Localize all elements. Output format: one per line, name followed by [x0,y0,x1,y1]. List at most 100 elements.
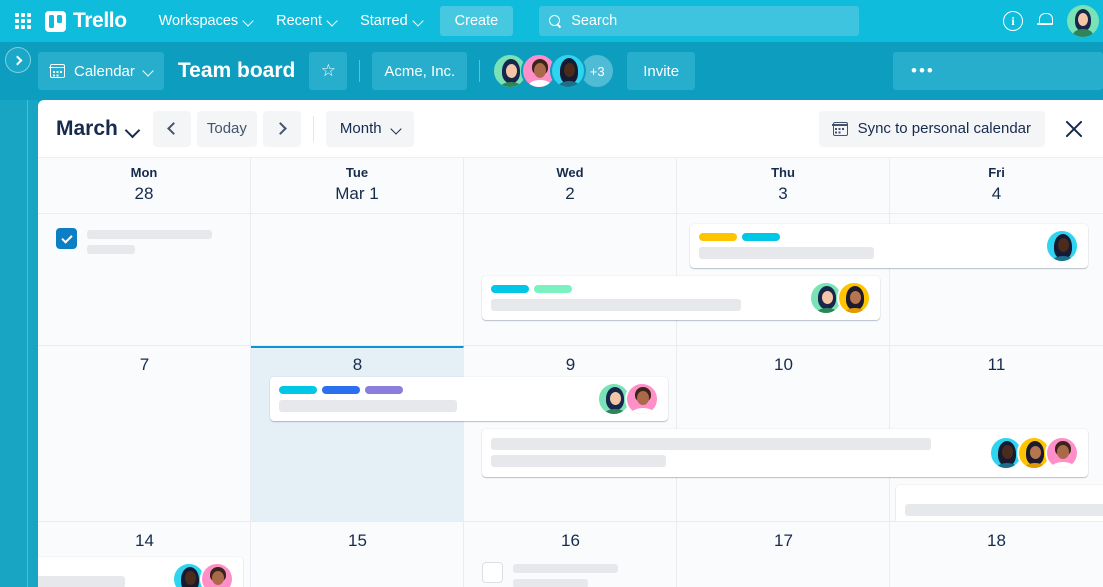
day-number-18: 18 [987,531,1006,550]
day-number-label: 2 [565,184,575,203]
search-placeholder: Search [571,13,618,29]
chevron-left-icon [166,122,180,135]
event-content [38,570,164,587]
chevron-right-icon [12,55,22,65]
sidebar-expand-toggle[interactable] [5,47,31,73]
member-avatar[interactable] [1045,228,1079,263]
nav-item-recent[interactable]: Recent [264,0,348,42]
checkbox-unchecked-icon[interactable] [482,562,503,583]
calendar-event-card[interactable] [482,429,1088,477]
invite-button-label: Invite [643,62,680,80]
board-menu-label: ••• [911,61,935,80]
event-labels [699,232,1037,241]
event-avatars [1045,228,1079,263]
chevron-down-icon [127,125,135,133]
calendar-view-select[interactable]: Month [325,110,414,147]
day-number-7: 7 [139,355,150,374]
apps-grid-icon[interactable] [15,13,31,29]
calendar-day-headers: Mon 28 Tue Mar 1 Wed 2 Thu 3 Fri 4 [38,158,1103,213]
event-content [491,284,801,311]
bell-icon[interactable] [1037,12,1053,30]
account-avatar[interactable] [1067,5,1099,37]
placeholder-line [513,564,618,573]
today-button[interactable]: Today [196,110,257,147]
create-button-label: Create [454,13,499,29]
placeholder-line [513,579,588,587]
calendar-event-checklist[interactable] [56,228,238,254]
calendar-event-card[interactable] [482,276,880,320]
search-input[interactable]: Search [539,6,860,36]
day-cell-mar-1[interactable] [251,214,464,345]
event-label-cyan[interactable] [742,232,780,241]
nav-workspaces-label: Workspaces [158,13,239,29]
board-menu-button[interactable]: ••• [893,52,1103,90]
workspace-button[interactable]: Acme, Inc. [372,52,468,90]
day-header-thu: Thu 3 [677,158,890,213]
event-label-cyan[interactable] [279,385,317,394]
placeholder-line [491,298,741,311]
week-3-day-numbers: 14 15 16 17 18 [38,522,1103,551]
previous-period-button[interactable] [152,110,191,147]
calendar-event-card[interactable] [38,557,243,587]
event-label-green[interactable] [534,284,572,293]
board-header: Calendar Team board ☆ Acme, Inc. +3 Invi… [0,42,1103,100]
member-avatar[interactable] [1045,435,1079,470]
event-label-blue[interactable] [322,385,360,394]
event-content [491,438,981,467]
day-of-week-label: Tue [345,165,369,180]
calendar-event-card[interactable] [690,224,1088,268]
board-view-switcher[interactable]: Calendar [38,52,164,90]
event-placeholder-lines [513,562,618,587]
month-label: March [56,116,118,140]
board-view-label: Calendar [74,62,135,80]
calendar-week-row-3: 14 15 16 17 18 [38,521,1103,587]
calendar-toolbar: March Today Month Sync to personal calen… [38,100,1103,158]
day-number-14: 14 [135,531,154,550]
nav-item-workspaces[interactable]: Workspaces [147,0,265,42]
day-of-week-label: Wed [556,165,584,180]
member-avatar[interactable] [550,53,587,89]
star-outline-icon: ☆ [320,61,336,80]
day-number-label: 3 [778,184,788,203]
event-avatars [989,435,1079,470]
day-number-label: 28 [134,184,154,203]
calendar-panel: March Today Month Sync to personal calen… [38,100,1103,587]
day-header-mon: Mon 28 [38,158,251,213]
sync-personal-calendar-button[interactable]: Sync to personal calendar [818,110,1045,147]
trello-logo-text: Trello [73,9,127,32]
member-avatar[interactable] [837,280,871,315]
sync-button-label: Sync to personal calendar [857,120,1031,137]
placeholder-line [905,503,1103,516]
next-period-button[interactable] [262,110,301,147]
member-avatar[interactable] [200,561,234,587]
event-label-purple[interactable] [365,385,403,394]
nav-item-starred[interactable]: Starred [348,0,434,42]
checkbox-checked-icon[interactable] [56,228,77,249]
invite-button[interactable]: Invite [627,52,696,90]
star-board-button[interactable]: ☆ [309,52,348,90]
chevron-down-icon [328,17,336,25]
calendar-icon [831,121,848,136]
trello-logo[interactable]: Trello [45,9,127,33]
chevron-down-icon [144,67,152,75]
day-number-11: 11 [987,355,1006,374]
calendar-event-card[interactable] [270,377,668,421]
member-avatar[interactable] [625,381,659,416]
month-selector[interactable]: March [56,117,135,141]
day-of-week-label: Thu [771,165,795,180]
day-of-week-label: Fri [988,165,1005,180]
event-label-yellow[interactable] [699,232,737,241]
day-number-label: 4 [991,184,1002,203]
nav-recent-label: Recent [276,13,323,29]
info-circle-icon[interactable]: i [1003,11,1023,31]
event-label-cyan[interactable] [491,284,529,293]
calendar-event-checklist[interactable] [482,562,662,587]
event-avatars [809,280,871,315]
create-button[interactable]: Create [439,6,514,36]
placeholder-line [38,575,125,587]
placeholder-line [87,230,212,239]
calendar-week-row-1 [38,213,1103,345]
close-calendar-button[interactable] [1063,118,1085,140]
day-header-tue: Tue Mar 1 [251,158,464,213]
day-number-17: 17 [774,531,793,550]
